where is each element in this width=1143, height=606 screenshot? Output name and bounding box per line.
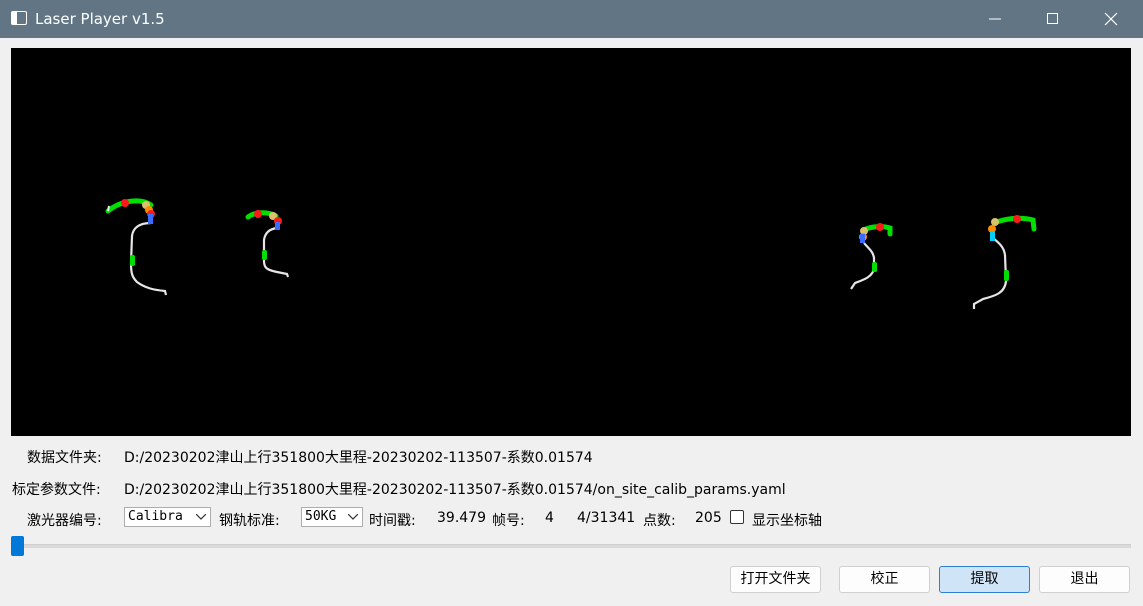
frame-label: 帧号: [492,513,525,529]
show-axes-label[interactable]: 显示坐标轴 [752,510,822,530]
minimize-icon [989,18,1001,20]
points-value: 205 [695,510,722,526]
close-icon [1104,12,1118,26]
calib-file-label: 标定参数文件: [12,482,101,498]
chevron-down-icon [196,514,206,520]
frame-progress: 4/31341 [577,510,636,526]
rail-profile-1 [105,198,168,296]
frame-value: 4 [545,510,554,526]
laser-id-label: 激光器编号: [27,513,102,529]
rail-profile-2 [245,210,290,278]
rail-standard-value: 50KG [305,509,337,524]
laser-profile-canvas [105,198,1037,309]
frame-slider-track[interactable] [11,544,1131,548]
rail-profile-3 [850,223,893,290]
minimize-button[interactable] [966,0,1024,38]
calibrate-button[interactable]: 校正 [839,566,930,593]
window-title: Laser Player v1.5 [35,10,165,28]
laser-id-value: Calibra [128,509,183,524]
data-folder-label: 数据文件夹: [27,450,102,466]
title-bar: Laser Player v1.5 [0,0,1143,38]
rail-standard-label: 钢轨标准: [219,513,280,529]
exit-button[interactable]: 退出 [1039,566,1130,593]
calib-file-path: D:/20230202津山上行351800大里程-20230202-113507… [124,482,786,498]
show-axes-checkbox[interactable] [730,510,744,524]
timestamp-value: 39.479 [437,510,486,526]
laser-id-select[interactable]: Calibra [124,507,211,527]
close-button[interactable] [1082,0,1140,38]
app-icon [11,11,27,25]
points-label: 点数: [643,513,676,529]
chevron-down-icon [348,514,358,520]
rail-standard-select[interactable]: 50KG [301,507,363,527]
extract-button[interactable]: 提取 [939,566,1030,593]
frame-slider-handle[interactable] [11,536,24,556]
maximize-button[interactable] [1024,0,1082,38]
timestamp-label: 时间戳: [369,513,416,529]
open-folder-button[interactable]: 打开文件夹 [730,566,821,593]
laser-profile-viewport[interactable] [11,48,1131,436]
data-folder-path: D:/20230202津山上行351800大里程-20230202-113507… [124,450,593,466]
rail-profile-4 [972,215,1037,309]
maximize-icon [1047,13,1058,24]
